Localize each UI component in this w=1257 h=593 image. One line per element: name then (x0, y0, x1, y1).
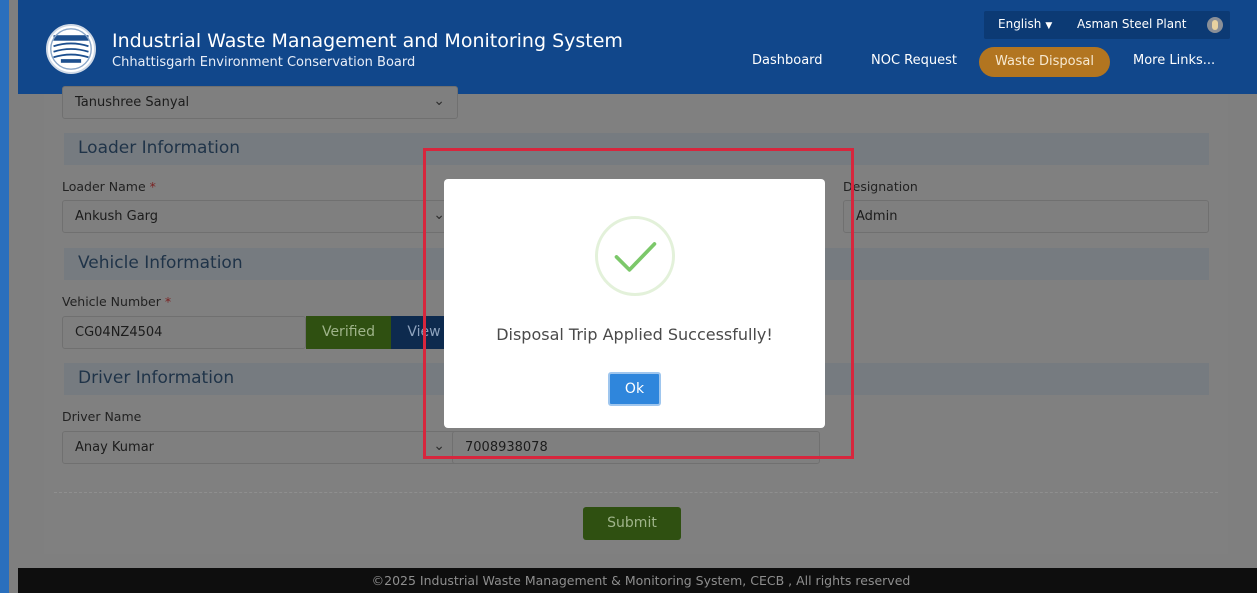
vehicle-number-label-text: Vehicle Number (62, 294, 161, 309)
loader-name-dropdown[interactable]: Ankush Garg ⌄ (62, 200, 458, 233)
app-header: Industrial Waste Management and Monitori… (18, 0, 1257, 94)
vehicle-number-label: Vehicle Number * (62, 294, 171, 309)
footer-text: ©2025 Industrial Waste Management & Moni… (371, 573, 911, 588)
language-select[interactable]: English ▼ (998, 17, 1052, 31)
designation-label: Designation (843, 179, 918, 194)
nav-dashboard[interactable]: Dashboard (752, 53, 823, 68)
highlight-box (423, 148, 854, 459)
chevron-down-icon: ⌄ (433, 93, 445, 109)
driver-name-value: Anay Kumar (75, 440, 155, 455)
app-title: Industrial Waste Management and Monitori… (112, 30, 623, 52)
user-avatar-icon[interactable] (1207, 17, 1223, 33)
nav-waste-disposal[interactable]: Waste Disposal (979, 47, 1110, 77)
driver-name-label: Driver Name (62, 409, 142, 424)
section-driver-title: Driver Information (78, 368, 235, 388)
cecb-logo (46, 24, 96, 74)
form-divider (54, 492, 1218, 493)
driver-name-dropdown[interactable]: Anay Kumar ⌄ (62, 431, 458, 464)
loader-name-label-text: Loader Name (62, 179, 146, 194)
required-mark: * (149, 179, 156, 194)
language-label: English (998, 17, 1042, 31)
nav-more-links[interactable]: More Links... (1133, 53, 1215, 68)
page-footer: ©2025 Industrial Waste Management & Moni… (18, 568, 1257, 593)
loader-name-label: Loader Name * (62, 179, 156, 194)
app-subtitle: Chhattisgarh Environment Conservation Bo… (112, 55, 416, 70)
vehicle-number-value: CG04NZ4504 (75, 325, 163, 340)
required-mark: * (164, 294, 172, 309)
submit-button[interactable]: Submit (583, 507, 681, 540)
verified-button[interactable]: Verified (306, 316, 391, 349)
top-person-value: Tanushree Sanyal (75, 95, 190, 110)
user-bar: English ▼ Asman Steel Plant (984, 11, 1230, 39)
vehicle-number-input[interactable]: CG04NZ4504 (62, 316, 306, 349)
chevron-down-icon: ▼ (1045, 21, 1053, 31)
top-person-dropdown[interactable]: Tanushree Sanyal ⌄ (62, 86, 458, 119)
section-loader-title: Loader Information (78, 138, 241, 158)
nav-waste-disposal-label: Waste Disposal (995, 54, 1094, 69)
designation-field[interactable]: Admin (843, 200, 1209, 233)
nav-noc-request[interactable]: NOC Request (871, 53, 957, 68)
designation-value: Admin (856, 209, 898, 224)
section-vehicle-title: Vehicle Information (78, 253, 243, 273)
plant-name[interactable]: Asman Steel Plant (1077, 17, 1186, 31)
loader-name-value: Ankush Garg (75, 209, 159, 224)
